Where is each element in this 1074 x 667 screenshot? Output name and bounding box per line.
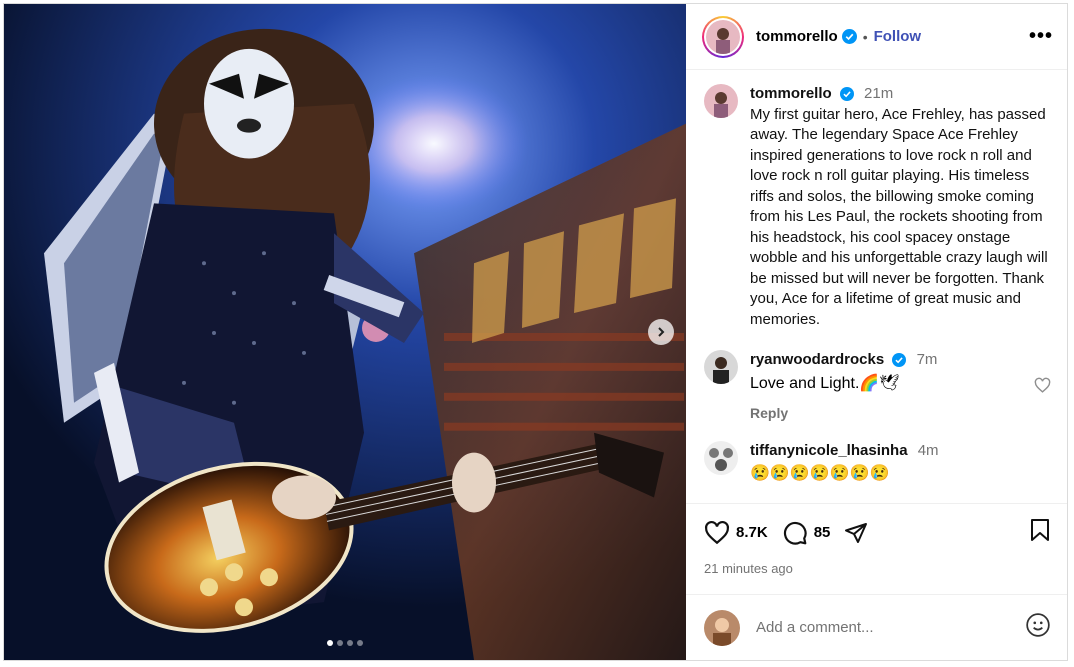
carousel-dot [337,640,343,646]
caption-text-block: tommorello 21m My first guitar hero, Ace… [750,84,1051,330]
share-button[interactable] [844,521,868,545]
emoji-button[interactable] [1025,612,1051,643]
comment-time: 4m [917,441,939,459]
comment-header: tiffanynicole_lhasinha 4m [750,441,1051,462]
carousel-dot [357,640,363,646]
caption-time: 21m [864,85,894,102]
more-options-button[interactable]: ••• [1029,25,1053,48]
action-bar: 8.7K 85 21 minutes ago [686,503,1067,582]
post-media[interactable] [4,4,686,660]
caption-text: My first guitar hero, Ace Frehley, has p… [750,105,1048,328]
comment-text: Love and Light.🌈🕊 [750,374,900,392]
caption-username[interactable]: tommorello [750,85,832,102]
commenter-avatar[interactable] [704,350,738,384]
add-comment-bar [686,594,1067,660]
story-ring-avatar[interactable] [702,15,744,58]
comment-username[interactable]: tiffanynicole_lhasinha [750,442,908,459]
comment-button[interactable]: 85 [782,520,831,546]
comment-count: 85 [813,524,831,541]
verified-badge-icon [841,29,857,44]
comment-row: tiffanynicole_lhasinha 4m 😢😢😢😢😢😢😢 [704,440,1051,484]
author-avatar [706,19,740,54]
post-dialog: tommorello • Follow ••• tommorello 21m M… [3,3,1068,661]
verified-badge-icon [892,353,907,368]
share-icon [845,522,868,543]
bookmark-icon [1031,519,1049,541]
comments-list[interactable]: tommorello 21m My first guitar hero, Ace… [686,70,1067,503]
comment-header: ryanwoodardrocks 7m [750,350,1022,371]
carousel-next-button[interactable] [648,319,674,345]
verified-badge-icon [839,87,854,102]
more-icon: ••• [1028,25,1053,47]
comment-text: 😢😢😢😢😢😢😢 [750,465,890,482]
emoji-icon [1026,613,1050,637]
commenter-avatar[interactable] [704,440,738,475]
comment-row: ryanwoodardrocks 7m Love and Light.🌈🕊 Re… [704,350,1051,421]
follow-button[interactable]: Follow [874,28,922,45]
carousel-dot [347,640,353,646]
add-comment-input[interactable] [754,618,1025,637]
carousel-indicator [4,640,686,646]
carousel-dot [327,640,333,646]
comment-icon [783,521,807,545]
like-button[interactable]: 8.7K [704,520,768,546]
viewer-avatar [704,609,740,646]
heart-icon [705,520,729,544]
comment-username[interactable]: ryanwoodardrocks [750,351,884,368]
heart-icon[interactable] [1034,377,1051,394]
post-timestamp: 21 minutes ago [704,561,793,576]
caption-row: tommorello 21m My first guitar hero, Ace… [704,84,1051,330]
reply-button[interactable]: Reply [750,405,1022,421]
post-side-panel: tommorello • Follow ••• tommorello 21m M… [686,4,1067,660]
comment-time: 7m [916,351,938,368]
save-button[interactable] [1029,518,1051,547]
header-username[interactable]: tommorello [756,28,838,45]
caption-avatar[interactable] [704,84,738,118]
like-count: 8.7K [736,524,768,541]
chevron-right-icon [658,327,665,337]
separator-dot: • [862,28,868,45]
concert-photo [4,4,686,660]
post-header: tommorello • Follow ••• [686,4,1067,70]
